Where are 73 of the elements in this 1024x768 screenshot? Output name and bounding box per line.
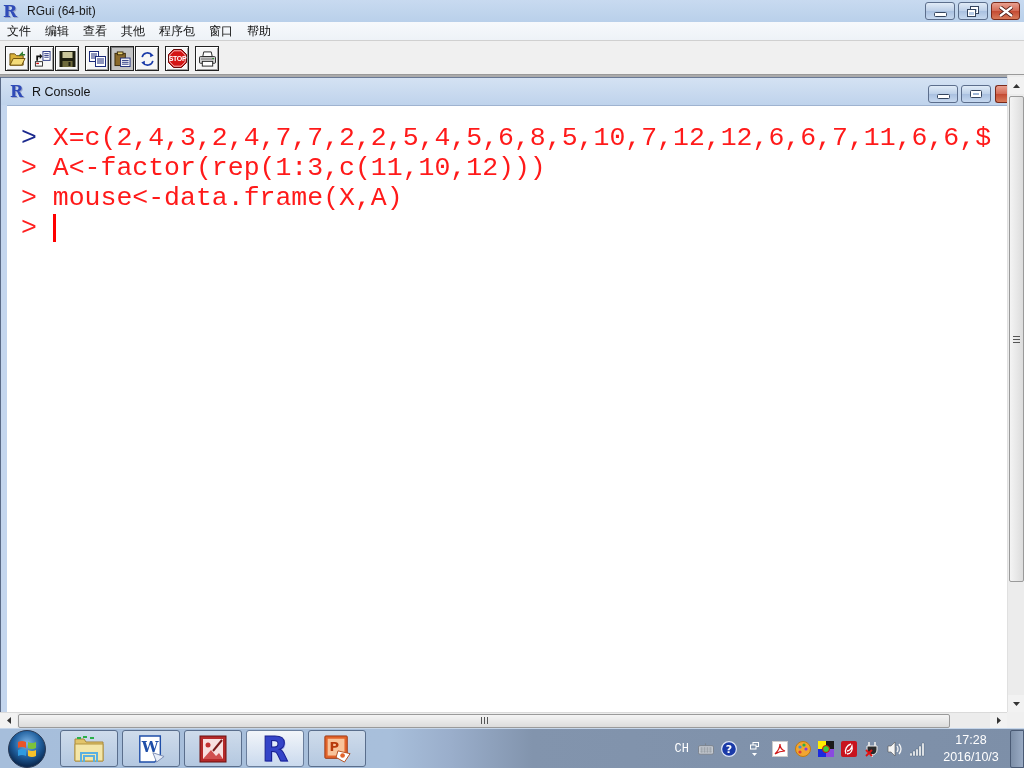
up-arrow-icon [1012, 83, 1020, 88]
document-swirl-icon[interactable] [772, 740, 788, 757]
app-logo: R [10, 83, 25, 100]
down-arrow-icon [1012, 701, 1020, 706]
menu-item[interactable]: 文件 [0, 23, 38, 39]
maximize-button[interactable] [961, 84, 991, 103]
close-icon [998, 5, 1013, 17]
close-button[interactable] [995, 84, 1007, 103]
prompt: > [21, 153, 37, 183]
open-button[interactable] [5, 46, 29, 71]
folder-icon [8, 50, 26, 67]
taskbar-button[interactable]: P [308, 730, 366, 767]
console-command: X=c(2,4,3,2,4,7,7,2,2,5,4,5,6,8,5,10,7,12,12,6,6,7,11,6,6,$ [52, 123, 992, 153]
window-title: RGui (64-bit) [27, 4, 96, 18]
menu-item[interactable]: 查看 [76, 23, 114, 39]
load-script-button[interactable] [30, 46, 54, 71]
right-arrow-icon [996, 717, 1001, 724]
menu-item[interactable]: 其他 [114, 23, 152, 39]
taskbar-button[interactable]: R [246, 730, 304, 767]
speaker-icon[interactable] [887, 740, 903, 757]
console-command: mouse<-data.frame(X,A) [52, 183, 403, 213]
folder-icon [74, 734, 104, 763]
menu-item[interactable]: 编辑 [38, 23, 76, 39]
paste-button[interactable] [110, 46, 134, 71]
grip-icon [480, 717, 488, 724]
prompt: > [21, 123, 37, 153]
vertical-scrollbar[interactable] [1007, 75, 1024, 712]
scroll-left-button[interactable] [0, 713, 17, 728]
scroll-right-button[interactable] [990, 713, 1007, 728]
minimize-button[interactable] [928, 84, 958, 103]
copy-icon [88, 50, 106, 67]
save-button[interactable] [55, 46, 79, 71]
clipboard-icon [113, 50, 131, 67]
start-button[interactable] [8, 729, 46, 768]
minimize-button[interactable] [925, 2, 955, 20]
scroll-down-button[interactable] [1008, 695, 1024, 712]
minimize-icon [936, 94, 950, 99]
copy-paste-button[interactable] [135, 46, 159, 71]
color-grid-icon[interactable] [818, 740, 834, 757]
restore-button[interactable] [958, 2, 988, 20]
console-command: A<-factor(rep(1:3,c(11,10,12))) [52, 153, 546, 183]
menu-item[interactable]: 程序包 [152, 23, 202, 39]
left-arrow-icon [6, 717, 11, 724]
app-logo: R [261, 731, 289, 766]
circular-arrows-icon [138, 50, 156, 67]
picture-icon [198, 734, 228, 763]
signal-bars-icon[interactable] [910, 740, 926, 757]
console-area[interactable]: > X=c(2,4,3,2,4,7,7,2,2,5,4,5,6,8,5,10,7,12,12,6,6,7,11,6,6,$ > A<-factor(rep(1:3,c(11,10,12))) > mouse<-data.frame(X,A) > [7, 105, 1007, 712]
printer-icon [198, 50, 216, 67]
scroll-up-button[interactable] [1008, 77, 1024, 94]
copy-button[interactable] [85, 46, 109, 71]
app-logo: R [3, 2, 19, 20]
taskbar-button[interactable] [184, 730, 242, 767]
menu-item[interactable]: 窗口 [202, 23, 240, 39]
show-hidden-icons-icon[interactable] [750, 741, 759, 756]
maximize-icon [970, 89, 982, 98]
print-button[interactable] [195, 46, 219, 71]
document-arrow-icon [33, 50, 51, 67]
restore-icon [967, 5, 979, 17]
plug-cross-icon[interactable] [864, 740, 880, 757]
console-window-title: R Console [32, 84, 91, 99]
menu-item[interactable]: 帮助 [240, 23, 278, 39]
taskbar-button[interactable] [60, 730, 118, 767]
swirl-app-icon[interactable] [841, 740, 857, 757]
flag-orb-icon [8, 729, 46, 768]
minimize-icon [933, 11, 947, 17]
grip-icon [1013, 335, 1020, 343]
prompt: > [21, 183, 37, 213]
scroll-thumb[interactable] [1009, 96, 1024, 582]
help-icon[interactable]: ? [721, 740, 737, 757]
prompt: > [21, 213, 37, 243]
taskbar-button[interactable]: W [122, 730, 180, 767]
close-button[interactable] [991, 2, 1020, 20]
